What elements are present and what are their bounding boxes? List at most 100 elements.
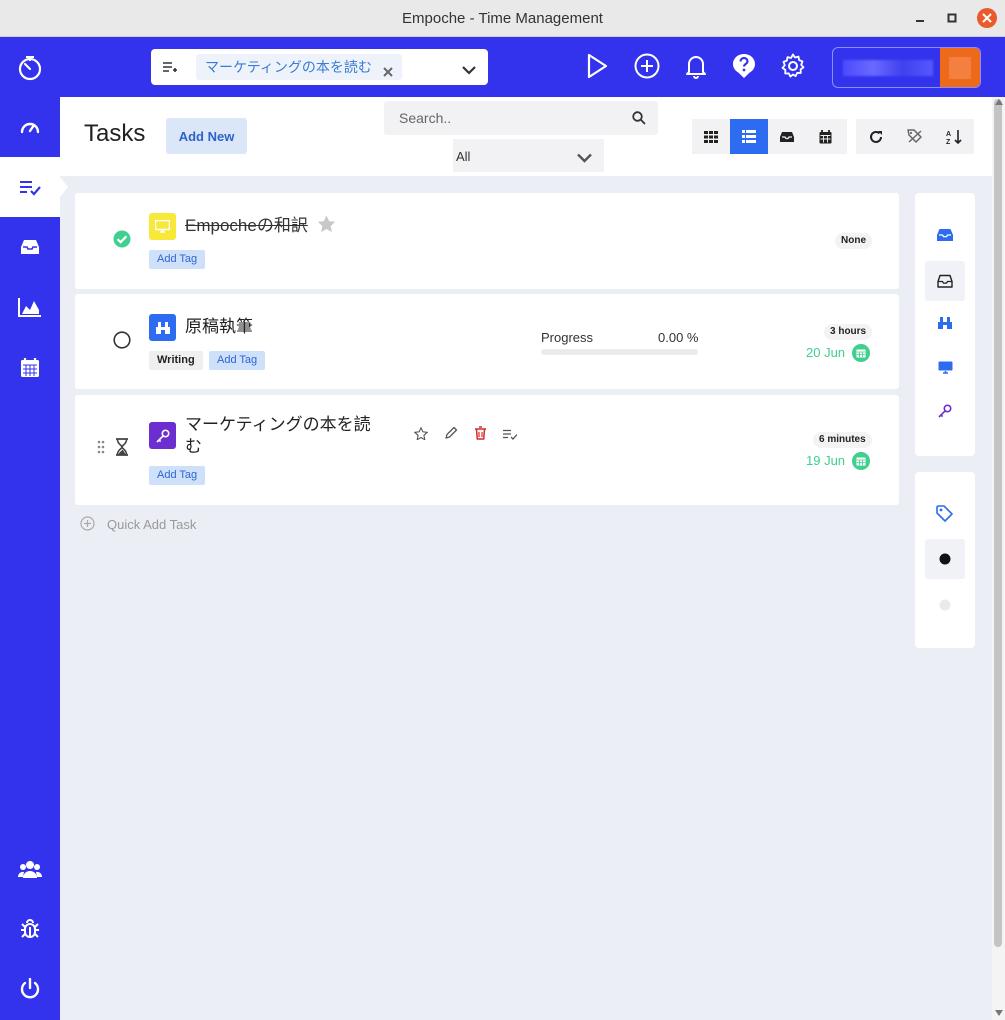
project-selector[interactable]: マーケティングの本を読む bbox=[151, 49, 488, 85]
task-list-icon bbox=[20, 181, 41, 196]
key-icon bbox=[938, 404, 952, 418]
incomplete-circle-icon[interactable] bbox=[112, 330, 132, 350]
play-icon bbox=[587, 53, 608, 79]
progress-value: 0.00 % bbox=[658, 330, 699, 345]
add-task-button[interactable] bbox=[632, 51, 662, 81]
search-input[interactable] bbox=[384, 101, 624, 135]
maximize-icon[interactable] bbox=[944, 10, 960, 26]
scroll-up-arrow-icon[interactable] bbox=[995, 99, 1003, 105]
chevron-down-icon[interactable] bbox=[462, 62, 476, 80]
settings-button[interactable] bbox=[778, 51, 808, 81]
due-badge: None bbox=[835, 233, 872, 249]
minimize-icon[interactable] bbox=[912, 10, 928, 26]
project-filter-inbox-outline[interactable] bbox=[925, 261, 965, 301]
task-actions-group: AZ bbox=[856, 119, 974, 154]
sort-button[interactable]: AZ bbox=[934, 119, 973, 154]
project-filter-translation[interactable] bbox=[925, 347, 965, 387]
add-tag-button[interactable]: Add Tag bbox=[149, 466, 206, 485]
calendar-icon[interactable] bbox=[852, 344, 870, 362]
avatar bbox=[940, 48, 980, 87]
notifications-button[interactable] bbox=[681, 51, 711, 81]
task-card[interactable]: Empocheの和訳 Add Tag None bbox=[75, 193, 899, 289]
list-view-button[interactable] bbox=[730, 119, 768, 154]
selected-project-chip: マーケティングの本を読む bbox=[196, 54, 402, 80]
add-tag-button[interactable]: Add Tag bbox=[209, 351, 266, 370]
progress-label: Progress bbox=[541, 330, 594, 345]
close-icon[interactable] bbox=[977, 8, 997, 28]
project-badge bbox=[149, 213, 176, 240]
edit-pencil-icon[interactable] bbox=[444, 426, 458, 445]
sidebar-item-bug-report[interactable] bbox=[0, 899, 60, 959]
grid-view-button[interactable] bbox=[692, 119, 730, 154]
search-icon[interactable] bbox=[632, 111, 646, 130]
gear-icon bbox=[781, 53, 805, 78]
project-filter-inbox[interactable] bbox=[925, 214, 965, 254]
sidebar-item-inbox[interactable] bbox=[0, 217, 60, 277]
tag-icon bbox=[936, 504, 953, 522]
drag-handle-icon[interactable] bbox=[97, 440, 105, 459]
tag-filter-all[interactable] bbox=[925, 493, 965, 533]
task-card[interactable]: 原稿執筆 Writing Add Tag Progress 0.00 % 3 h… bbox=[75, 294, 899, 389]
hourglass-icon[interactable] bbox=[115, 438, 135, 458]
project-filter-marketing[interactable] bbox=[925, 391, 965, 431]
delete-trash-icon[interactable] bbox=[474, 426, 487, 445]
task-name[interactable]: Empocheの和訳 bbox=[185, 215, 308, 237]
inbox-icon bbox=[780, 131, 794, 142]
remove-project-icon[interactable] bbox=[382, 60, 394, 86]
status-filter-value: All bbox=[456, 149, 471, 164]
scrollbar[interactable] bbox=[992, 97, 1005, 1020]
calendar-icon[interactable] bbox=[852, 452, 870, 470]
help-button[interactable] bbox=[729, 51, 759, 81]
completed-check-icon[interactable] bbox=[112, 229, 132, 249]
sidebar-item-tasks[interactable] bbox=[0, 157, 60, 217]
inbox-icon bbox=[937, 228, 953, 241]
tag-filter-button[interactable] bbox=[895, 119, 934, 154]
sidebar-item-logout[interactable] bbox=[0, 959, 60, 1019]
selected-project-label: マーケティングの本を読む bbox=[205, 59, 372, 75]
list-icon bbox=[742, 130, 756, 143]
task-list-icon[interactable] bbox=[503, 427, 518, 445]
sidebar-item-team[interactable] bbox=[0, 839, 60, 899]
star-icon[interactable] bbox=[413, 426, 429, 445]
project-filter-writing[interactable] bbox=[925, 303, 965, 343]
scroll-thumb[interactable] bbox=[994, 99, 1002, 947]
page-title: Tasks bbox=[84, 120, 146, 147]
project-filter-panel bbox=[915, 193, 975, 456]
chevron-down-icon bbox=[577, 150, 592, 168]
bell-icon bbox=[686, 56, 706, 79]
monitor-icon bbox=[155, 220, 170, 233]
sidebar-item-calendar[interactable] bbox=[0, 337, 60, 397]
progress-bar bbox=[541, 349, 698, 355]
add-tag-button[interactable]: Add Tag bbox=[149, 250, 206, 269]
tag-writing[interactable]: Writing bbox=[149, 351, 203, 370]
user-menu[interactable] bbox=[832, 47, 981, 88]
sidebar-item-dashboard[interactable] bbox=[0, 97, 60, 157]
grid-icon bbox=[704, 130, 718, 143]
sidebar bbox=[0, 97, 68, 1020]
task-name[interactable]: 原稿執筆 bbox=[185, 316, 253, 338]
calendar-view-button[interactable] bbox=[806, 119, 844, 154]
area-chart-icon bbox=[18, 298, 41, 317]
refresh-button[interactable] bbox=[856, 119, 895, 154]
app-logo-icon[interactable] bbox=[16, 54, 44, 82]
scroll-down-arrow-icon[interactable] bbox=[995, 1010, 1003, 1016]
star-icon[interactable] bbox=[317, 215, 336, 238]
tags-icon bbox=[906, 129, 922, 143]
project-badge bbox=[149, 314, 176, 341]
task-card[interactable]: マーケティングの本を読む Add Tag 6 minutes 19 Jun bbox=[75, 395, 899, 505]
binoculars-icon bbox=[155, 321, 170, 334]
dot-icon bbox=[939, 599, 951, 611]
sidebar-item-reports[interactable] bbox=[0, 277, 60, 337]
start-timer-button[interactable] bbox=[582, 51, 612, 81]
tag-filter-dark[interactable] bbox=[925, 539, 965, 579]
active-nav-pointer bbox=[60, 177, 68, 197]
key-icon bbox=[155, 428, 170, 443]
tag-filter-light[interactable] bbox=[925, 585, 965, 625]
add-new-button[interactable]: Add New bbox=[166, 118, 247, 154]
task-name[interactable]: マーケティングの本を読む bbox=[185, 414, 385, 458]
calendar-icon bbox=[21, 357, 39, 377]
status-filter-select[interactable]: All bbox=[453, 139, 604, 172]
inbox-view-button[interactable] bbox=[768, 119, 806, 154]
inbox-outline-icon bbox=[937, 274, 953, 288]
monitor-icon bbox=[938, 361, 952, 374]
